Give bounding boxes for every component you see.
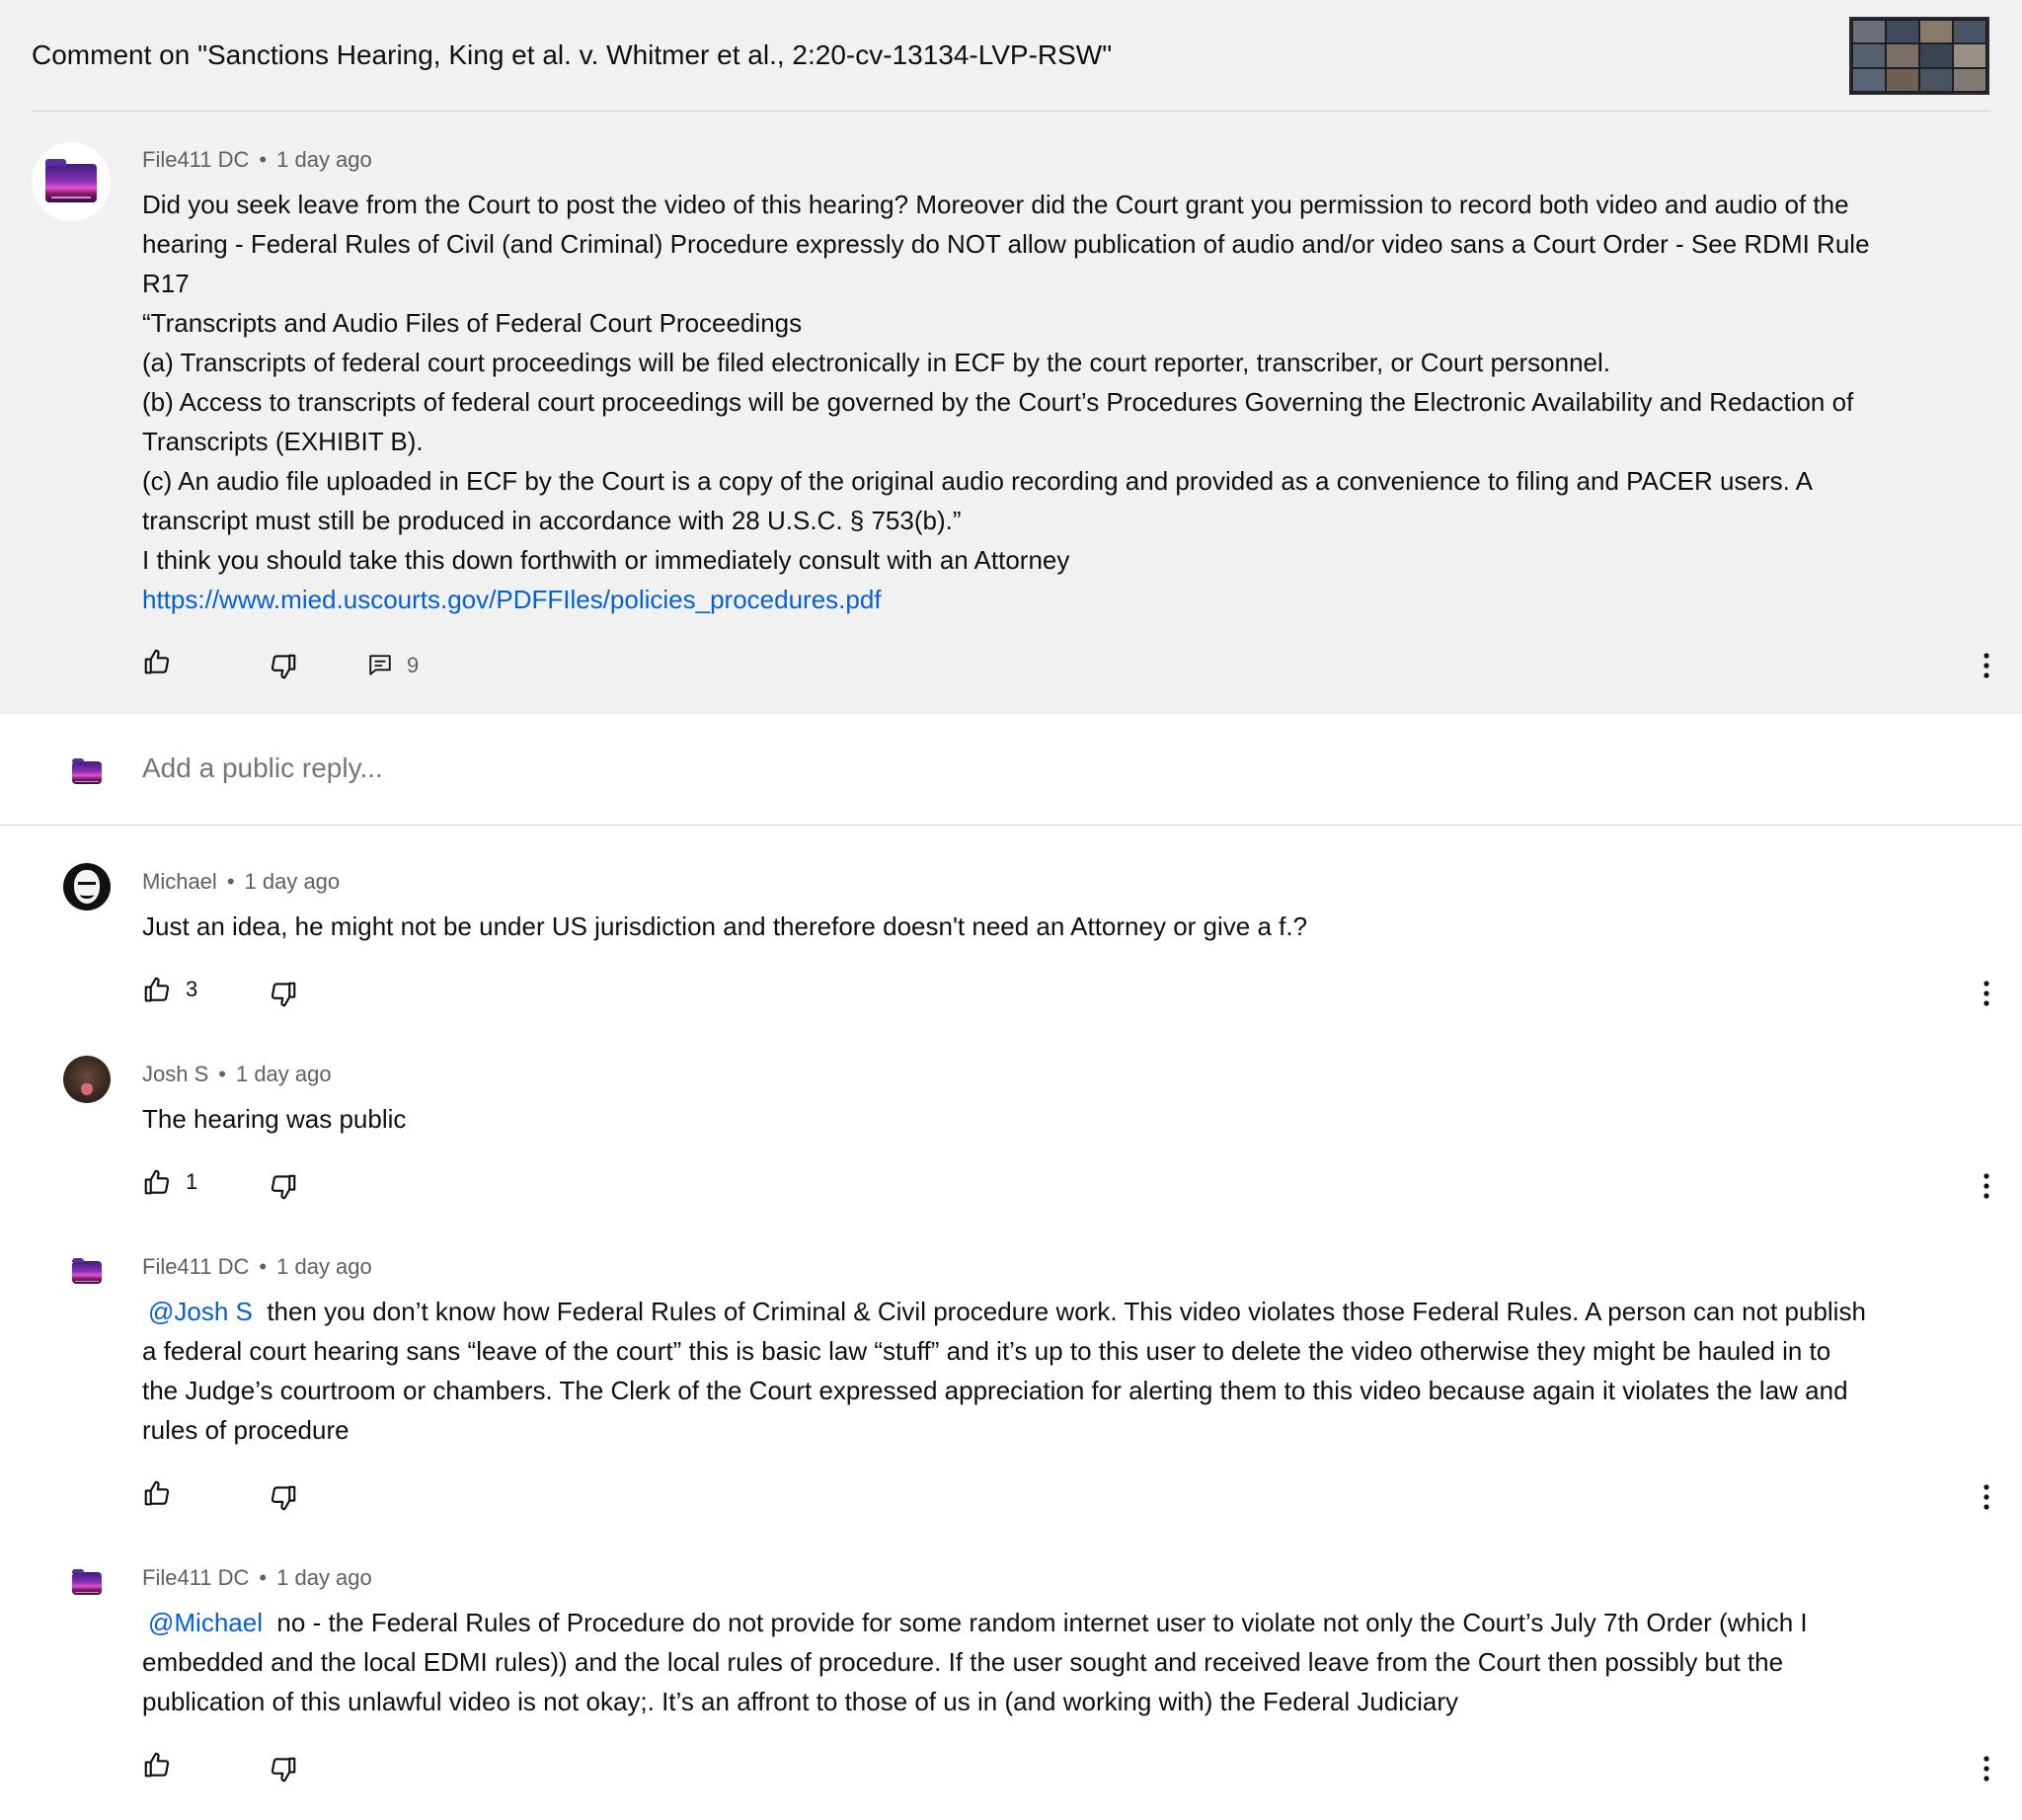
comment-line: (a) Transcripts of federal court proceed… <box>142 348 1611 377</box>
mention-link[interactable]: @Michael <box>148 1608 263 1637</box>
comment-icon <box>369 655 391 675</box>
separator-dot: • <box>259 1565 268 1590</box>
separator-dot: • <box>259 147 268 172</box>
more-vert-icon[interactable] <box>1975 976 1998 1011</box>
folder-logo-icon <box>71 1258 103 1285</box>
comment-line: @Josh S then you don’t know how Federal … <box>142 1292 2018 1331</box>
comment-meta: File411 DC • 1 day ago <box>142 1563 372 1593</box>
avatar[interactable] <box>63 1056 111 1103</box>
comment-text: then you don’t know how Federal Rules of… <box>252 1297 1866 1326</box>
comment-author[interactable]: File411 DC <box>142 1254 249 1279</box>
dislike-button[interactable] <box>269 1483 298 1513</box>
thumbs-up-icon <box>144 977 170 1002</box>
comment-line: I think you should take this down forthw… <box>142 545 1070 575</box>
separator-dot: • <box>259 1254 268 1279</box>
comment-time[interactable]: 1 day ago <box>276 1565 372 1590</box>
comment-time[interactable]: 1 day ago <box>245 869 341 894</box>
comment-meta: File411 DC • 1 day ago <box>142 145 372 175</box>
current-user-avatar <box>63 749 111 796</box>
like-button[interactable] <box>142 1478 172 1508</box>
like-count: 1 <box>186 1169 198 1194</box>
mention-link[interactable]: @Josh S <box>148 1297 253 1326</box>
policy-link[interactable]: https://www.mied.uscourts.gov/PDFFIles/p… <box>142 580 2018 619</box>
comment-body: Just an idea, he might not be under US j… <box>142 907 2018 946</box>
folder-logo-icon <box>71 758 103 785</box>
comment-meta: Michael • 1 day ago <box>142 867 340 897</box>
separator-dot: • <box>218 1062 226 1086</box>
comment-meta: Josh S • 1 day ago <box>142 1060 332 1089</box>
more-vert-icon[interactable] <box>1975 1751 1998 1786</box>
comment-line: “Transcripts and Audio Files of Federal … <box>142 308 803 338</box>
more-vert-icon[interactable] <box>1975 1168 1998 1204</box>
more-vert-icon[interactable] <box>1975 648 1998 683</box>
comment-author[interactable]: File411 DC <box>142 147 249 172</box>
comment-meta: File411 DC • 1 day ago <box>142 1252 372 1282</box>
comment-body: @Michael no - the Federal Rules of Proce… <box>142 1603 2018 1721</box>
comment-text: no - the Federal Rules of Procedure do n… <box>262 1608 1808 1637</box>
comment-line: Did you seek leave from the Court to pos… <box>142 190 1849 219</box>
avatar[interactable] <box>63 863 111 910</box>
video-thumbnail[interactable] <box>1849 17 1989 95</box>
avatar[interactable] <box>32 142 111 221</box>
comment-line: hearing - Federal Rules of Civil (and Cr… <box>142 229 1870 259</box>
comment-body: Did you seek leave from the Court to pos… <box>142 185 2018 619</box>
comment-author[interactable]: Michael <box>142 869 217 894</box>
like-button[interactable] <box>142 1750 172 1780</box>
comment-line: The hearing was public <box>142 1104 407 1134</box>
comment-line: the Judge’s courtroom or chambers. The C… <box>142 1376 1848 1405</box>
separator-dot: • <box>226 869 235 894</box>
comment-line: a federal court hearing sans “leave of t… <box>142 1336 1831 1366</box>
comment-line: @Michael no - the Federal Rules of Proce… <box>142 1603 2018 1642</box>
comment-line: publication of this unlawful video is no… <box>142 1687 1458 1716</box>
dislike-button[interactable] <box>269 652 298 681</box>
thumbs-up-icon <box>144 649 170 674</box>
thumbs-down-icon <box>271 1757 296 1782</box>
comment-author[interactable]: File411 DC <box>142 1565 249 1590</box>
thumbs-down-icon <box>271 654 296 679</box>
thumbs-down-icon <box>271 1485 296 1511</box>
folder-logo-icon <box>45 158 97 202</box>
dislike-button[interactable] <box>269 1172 298 1202</box>
avatar[interactable] <box>63 1248 111 1296</box>
reply-count: 9 <box>407 653 420 677</box>
dislike-button[interactable] <box>269 980 298 1009</box>
thumbs-up-icon <box>144 1169 170 1195</box>
like-count: 3 <box>186 977 198 1001</box>
avatar[interactable] <box>63 1559 111 1607</box>
comment-line: R17 <box>142 269 190 298</box>
title-divider <box>32 111 1990 112</box>
comment-time[interactable]: 1 day ago <box>276 147 372 172</box>
page-title: Comment on "Sanctions Hearing, King et a… <box>32 40 1113 70</box>
comment-line: transcript must still be produced in acc… <box>142 506 962 535</box>
guy-fawkes-mask-icon <box>73 869 101 905</box>
comment-line: rules of procedure <box>142 1415 350 1445</box>
thumbs-up-icon <box>144 1752 170 1778</box>
reply-input[interactable] <box>142 752 1979 784</box>
dislike-button[interactable] <box>269 1755 298 1784</box>
comment-author[interactable]: Josh S <box>142 1062 208 1086</box>
thumbs-down-icon <box>271 1174 296 1200</box>
comment-body: The hearing was public <box>142 1099 2018 1139</box>
comment-line: (b) Access to transcripts of federal cou… <box>142 387 1854 417</box>
comment-line: Transcripts (EXHIBIT B). <box>142 427 424 456</box>
comment-line: embedded and the local EDMI rules)) and … <box>142 1647 1784 1677</box>
more-vert-icon[interactable] <box>1975 1479 1998 1515</box>
comment-body: @Josh S then you don’t know how Federal … <box>142 1292 2018 1450</box>
reply-box-divider <box>0 825 2022 826</box>
dog-photo-icon <box>81 1082 93 1096</box>
thumbs-down-icon <box>271 982 296 1007</box>
comment-time[interactable]: 1 day ago <box>276 1254 372 1279</box>
comment-time[interactable]: 1 day ago <box>236 1062 332 1086</box>
comment-line: Just an idea, he might not be under US j… <box>142 911 1308 941</box>
replies-button[interactable]: 9 <box>367 652 419 679</box>
like-button[interactable]: 3 <box>142 975 197 1004</box>
like-button[interactable]: 1 <box>142 1167 197 1197</box>
folder-logo-icon <box>71 1569 103 1596</box>
comment-line: (c) An audio file uploaded in ECF by the… <box>142 466 1813 496</box>
thumbs-up-icon <box>144 1480 170 1506</box>
like-button[interactable] <box>142 647 172 676</box>
